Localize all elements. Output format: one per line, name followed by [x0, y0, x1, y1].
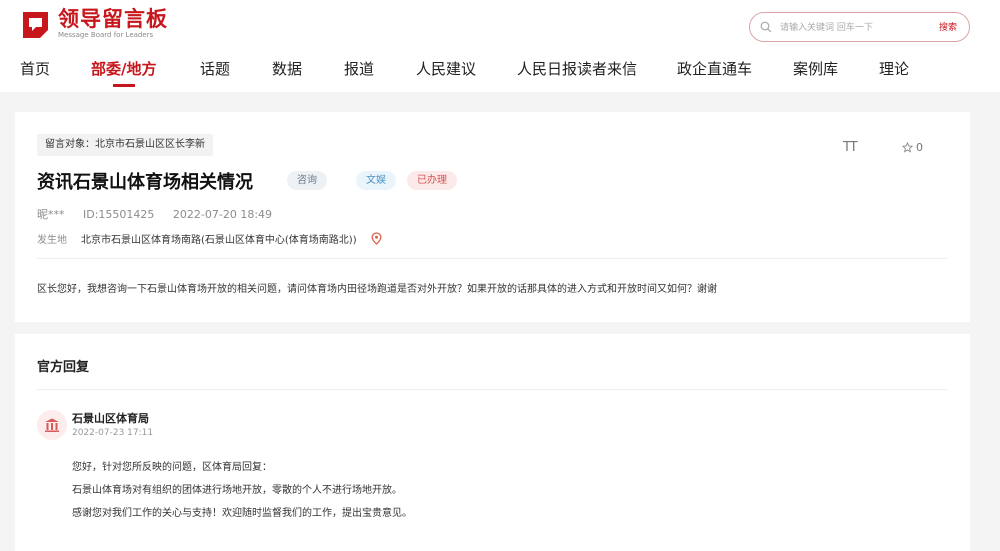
main-nav: 首页 部委/地方 话题 数据 报道 人民建议 人民日报读者来信 政企直通车 案例… [0, 58, 1000, 90]
message-location: 发生地 北京市石景山区体育场南路(石景山区体育中心(体育场南路北)) [37, 231, 382, 246]
nav-item-case-library[interactable]: 案例库 [793, 58, 838, 79]
nav-active-indicator [113, 84, 135, 87]
nav-item-home[interactable]: 首页 [20, 58, 50, 79]
divider [37, 258, 947, 259]
star-icon [902, 142, 913, 153]
search-button[interactable]: 搜索 [939, 20, 957, 33]
author-name: 昵*** [37, 208, 65, 221]
nav-item-data[interactable]: 数据 [272, 58, 302, 79]
search-box: 搜索 [749, 12, 970, 42]
logo-mark-icon [23, 11, 48, 38]
reply-datetime: 2022-07-23 17:11 [72, 428, 154, 438]
search-input[interactable] [780, 19, 910, 36]
logo-title: 领导留言板 [58, 7, 168, 31]
divider [37, 389, 947, 390]
nav-item-reader-letters[interactable]: 人民日报读者来信 [517, 58, 637, 79]
favorite-count: 0 [916, 141, 923, 154]
favorite-button[interactable]: 0 [902, 141, 923, 154]
status-badge: 已办理 [407, 171, 457, 190]
reply-text-line: 您好，针对您所反映的问题，区体育局回复： [72, 462, 272, 473]
message-datetime: 2022-07-20 18:49 [172, 208, 273, 221]
avatar [37, 410, 67, 440]
message-body: 区长您好，我想咨询一下石景山体育场开放的相关问题，请问体育场内田径场跑道是否对外… [37, 284, 717, 295]
nav-item-gov-enterprise[interactable]: 政企直通车 [677, 58, 752, 79]
reply-text-line: 石景山体育场对有组织的团体进行场地开放，零散的个人不进行场地开放。 [72, 485, 402, 496]
message-id: ID:15501425 [83, 208, 155, 221]
map-pin-icon[interactable] [371, 232, 382, 245]
nav-item-theory[interactable]: 理论 [879, 58, 909, 79]
message-card: 留言对象：北京市石景山区区长李新 TT 0 资讯石景山体育场相关情况 咨询 文娱… [15, 112, 970, 322]
reply-heading: 官方回复 [37, 360, 90, 375]
nav-item-ministries-local[interactable]: 部委/地方 [91, 58, 156, 79]
nav-item-reports[interactable]: 报道 [344, 58, 374, 79]
message-target: 留言对象：北京市石景山区区长李新 [37, 134, 213, 156]
reply-text-line: 感谢您对我们工作的关心与支持！欢迎随时监督我们的工作，提出宝贵意见。 [72, 508, 412, 519]
nav-item-topics[interactable]: 话题 [200, 58, 230, 79]
message-meta: 昵*** ID:15501425 2022-07-20 18:49 [37, 206, 287, 222]
message-title: 资讯石景山体育场相关情况 [37, 172, 253, 193]
type-badge: 咨询 [287, 171, 327, 190]
site-header: 领导留言板 Message Board for Leaders 搜索 首页 部委… [0, 0, 1000, 92]
search-icon [760, 21, 772, 33]
font-size-icon[interactable]: TT [843, 140, 858, 155]
reply-organization: 石景山区体育局 [72, 412, 149, 425]
logo-subtitle: Message Board for Leaders [58, 31, 154, 39]
logo-text: 领导留言板 Message Board for Leaders [58, 8, 168, 40]
reply-card: 官方回复 石景山区体育局 2022-07-23 17:11 您好，针对您所反映的… [15, 334, 970, 551]
location-value: 北京市石景山区体育场南路(石景山区体育中心(体育场南路北)) [81, 235, 357, 246]
category-badge: 文娱 [356, 171, 396, 190]
nav-item-public-suggestions[interactable]: 人民建议 [416, 58, 476, 79]
government-building-icon [45, 418, 59, 432]
location-label: 发生地 [37, 235, 67, 246]
site-logo[interactable]: 领导留言板 Message Board for Leaders [20, 8, 168, 40]
